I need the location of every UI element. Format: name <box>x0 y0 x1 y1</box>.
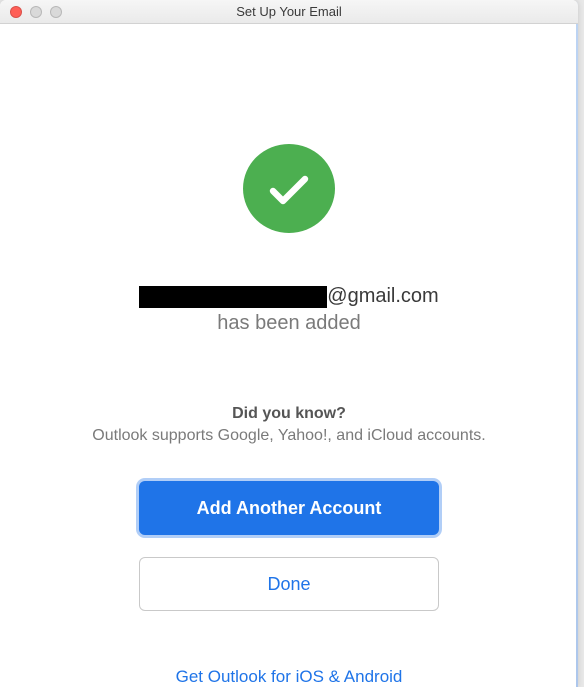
added-confirmation-text: has been added <box>217 312 360 335</box>
email-domain: @gmail.com <box>327 285 438 308</box>
done-button[interactable]: Done <box>139 557 439 611</box>
redacted-email-local <box>139 286 327 308</box>
background-edge <box>576 0 578 687</box>
setup-email-window: Set Up Your Email @gmail.com has been ad… <box>0 0 578 687</box>
success-checkmark-icon <box>243 144 335 233</box>
window-title: Set Up Your Email <box>0 4 578 19</box>
zoom-window-button <box>50 6 62 18</box>
minimize-window-button <box>30 6 42 18</box>
added-email-line: @gmail.com <box>139 285 438 308</box>
get-outlook-mobile-link[interactable]: Get Outlook for iOS & Android <box>176 667 403 687</box>
titlebar: Set Up Your Email <box>0 0 578 24</box>
close-window-button[interactable] <box>10 6 22 18</box>
did-you-know-body: Outlook supports Google, Yahoo!, and iCl… <box>92 427 485 445</box>
content-area: @gmail.com has been added Did you know? … <box>0 24 578 687</box>
add-another-account-button[interactable]: Add Another Account <box>139 481 439 535</box>
did-you-know-heading: Did you know? <box>232 405 346 423</box>
button-group: Add Another Account Done <box>139 481 439 611</box>
window-controls <box>0 6 62 18</box>
